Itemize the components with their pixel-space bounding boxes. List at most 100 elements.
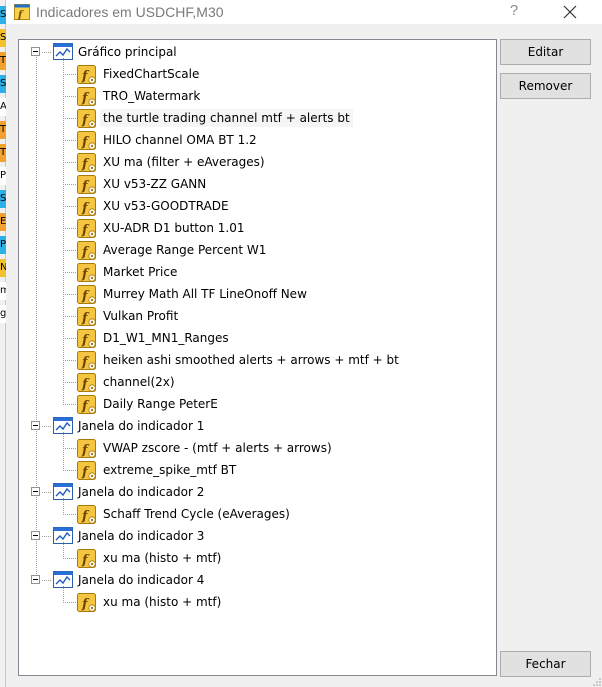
collapse-toggle-icon[interactable] xyxy=(31,575,40,584)
tree-item-label: HILO channel OMA BT 1.2 xyxy=(103,133,257,147)
tree-item-label: xu ma (histo + mtf) xyxy=(103,595,222,609)
tree-connector xyxy=(63,250,77,251)
custom-indicator-fx-icon: f xyxy=(77,395,96,414)
tree-item-label: D1_W1_MN1_Ranges xyxy=(103,331,229,345)
remove-button[interactable]: Remover xyxy=(500,73,591,99)
close-button[interactable]: Fechar xyxy=(500,651,591,677)
custom-indicator-fx-icon: f xyxy=(77,219,96,238)
tree-group-row[interactable]: Janela do indicador 3 xyxy=(19,525,496,547)
tree-connector xyxy=(63,586,64,602)
tree-item-label: Average Range Percent W1 xyxy=(103,243,267,257)
tree-connector xyxy=(42,52,52,53)
tree-group-row[interactable]: Gráfico principal xyxy=(19,41,496,63)
tree-group-row[interactable]: Janela do indicador 1 xyxy=(19,415,496,437)
tree-connector xyxy=(63,542,64,558)
tree-item-row[interactable]: f HILO channel OMA BT 1.2 xyxy=(19,129,496,151)
custom-indicator-fx-icon: f xyxy=(77,439,96,458)
tree-connector xyxy=(63,118,77,119)
tree-item-row[interactable]: f XU v53-ZZ GANN xyxy=(19,173,496,195)
tree-item-label: XU ma (filter + eAverages) xyxy=(103,155,265,169)
tree-item-label: extreme_spike_mtf BT xyxy=(103,463,237,477)
tree-item-row[interactable]: f D1_W1_MN1_Ranges xyxy=(19,327,496,349)
tree-item-row[interactable]: f XU-ADR D1 button 1.01 xyxy=(19,217,496,239)
tree-connector xyxy=(63,432,64,470)
tree-item-label: XU-ADR D1 button 1.01 xyxy=(103,221,245,235)
tree-item-row[interactable]: f xu ma (histo + mtf) xyxy=(19,591,496,613)
custom-indicator-fx-icon: f xyxy=(77,461,96,480)
custom-indicator-fx-icon: f xyxy=(77,175,96,194)
custom-indicator-fx-icon: f xyxy=(77,65,96,84)
tree-item-label: Daily Range PeterE xyxy=(103,397,218,411)
custom-indicator-fx-icon: f xyxy=(77,329,96,348)
collapse-toggle-icon[interactable] xyxy=(31,531,40,540)
tree-item-row[interactable]: f channel(2x) xyxy=(19,371,496,393)
tree-item-label: FixedChartScale xyxy=(103,67,200,81)
tree-item-row[interactable]: f VWAP zscore - (mtf + alerts + arrows) xyxy=(19,437,496,459)
tree-item-row[interactable]: f FixedChartScale xyxy=(19,63,496,85)
edit-button[interactable]: Editar xyxy=(500,39,591,65)
custom-indicator-fx-icon: f xyxy=(77,549,96,568)
tree-group-label: Janela do indicador 4 xyxy=(78,573,205,587)
indicator-tree[interactable]: Gráfico principal f FixedChartScale f TRO_Wa… xyxy=(18,39,497,676)
tree-item-row[interactable]: f Average Range Percent W1 xyxy=(19,239,496,261)
tree-connector xyxy=(63,96,77,97)
custom-indicator-fx-icon: f xyxy=(77,131,96,150)
tree-connector xyxy=(63,162,77,163)
tree-item-label: channel(2x) xyxy=(103,375,175,389)
tree-item-row[interactable]: f Schaff Trend Cycle (eAverages) xyxy=(19,503,496,525)
title-bar: f Indicadores em USDCHF,M30 ? xyxy=(6,0,602,24)
tree-connector xyxy=(63,338,77,339)
indicator-list-icon: f xyxy=(14,4,30,20)
tree-connector xyxy=(42,580,52,581)
tree-item-label: xu ma (histo + mtf) xyxy=(103,551,222,565)
help-button[interactable]: ? xyxy=(502,0,526,24)
tree-connector xyxy=(63,316,77,317)
collapse-toggle-icon[interactable] xyxy=(31,47,40,56)
tree-connector xyxy=(63,58,64,404)
tree-item-row[interactable]: f Market Price xyxy=(19,261,496,283)
tree-connector xyxy=(42,492,52,493)
tree-connector xyxy=(42,536,52,537)
tree-item-label: Murrey Math All TF LineOnoff New xyxy=(103,287,307,301)
tree-item-row[interactable]: f XU v53-GOODTRADE xyxy=(19,195,496,217)
tree-connector xyxy=(63,360,77,361)
tree-connector xyxy=(63,404,77,405)
tree-item-row[interactable]: f the turtle trading channel mtf + alerts… xyxy=(19,107,496,129)
tree-item-label: Market Price xyxy=(103,265,178,279)
tree-item-label: Vulkan Profit xyxy=(103,309,179,323)
tree-connector xyxy=(63,514,77,515)
custom-indicator-fx-icon: f xyxy=(77,153,96,172)
close-icon[interactable] xyxy=(556,1,584,23)
tree-connector xyxy=(63,558,77,559)
custom-indicator-fx-icon: f xyxy=(77,307,96,326)
tree-item-row[interactable]: f Vulkan Profit xyxy=(19,305,496,327)
custom-indicator-fx-icon: f xyxy=(77,109,96,128)
tree-connector xyxy=(63,470,77,471)
custom-indicator-fx-icon: f xyxy=(77,351,96,370)
tree-item-row[interactable]: f TRO_Watermark xyxy=(19,85,496,107)
tree-connector xyxy=(42,426,52,427)
tree-group-label: Janela do indicador 3 xyxy=(78,529,205,543)
tree-connector xyxy=(63,294,77,295)
tree-connector xyxy=(63,184,77,185)
custom-indicator-fx-icon: f xyxy=(77,87,96,106)
collapse-toggle-icon[interactable] xyxy=(31,421,40,430)
tree-item-row[interactable]: f extreme_spike_mtf BT xyxy=(19,459,496,481)
collapse-toggle-icon[interactable] xyxy=(31,487,40,496)
tree-item-row[interactable]: f Daily Range PeterE xyxy=(19,393,496,415)
tree-group-row[interactable]: Janela do indicador 2 xyxy=(19,481,496,503)
tree-item-row[interactable]: f Murrey Math All TF LineOnoff New xyxy=(19,283,496,305)
tree-connector xyxy=(63,272,77,273)
tree-item-row[interactable]: f xu ma (histo + mtf) xyxy=(19,547,496,569)
tree-group-label: Gráfico principal xyxy=(78,45,177,59)
tree-item-row[interactable]: f XU ma (filter + eAverages) xyxy=(19,151,496,173)
tree-group-label: Janela do indicador 1 xyxy=(78,419,205,433)
custom-indicator-fx-icon: f xyxy=(77,373,96,392)
tree-connector xyxy=(63,206,77,207)
indicators-dialog: f Indicadores em USDCHF,M30 ? Gráfico pr… xyxy=(6,0,602,687)
tree-item-label: TRO_Watermark xyxy=(103,89,201,103)
tree-item-row[interactable]: f heiken ashi smoothed alerts + arrows + … xyxy=(19,349,496,371)
tree-group-row[interactable]: Janela do indicador 4 xyxy=(19,569,496,591)
tree-item-label: heiken ashi smoothed alerts + arrows + m… xyxy=(103,353,399,367)
resize-grip-icon[interactable] xyxy=(592,677,602,687)
